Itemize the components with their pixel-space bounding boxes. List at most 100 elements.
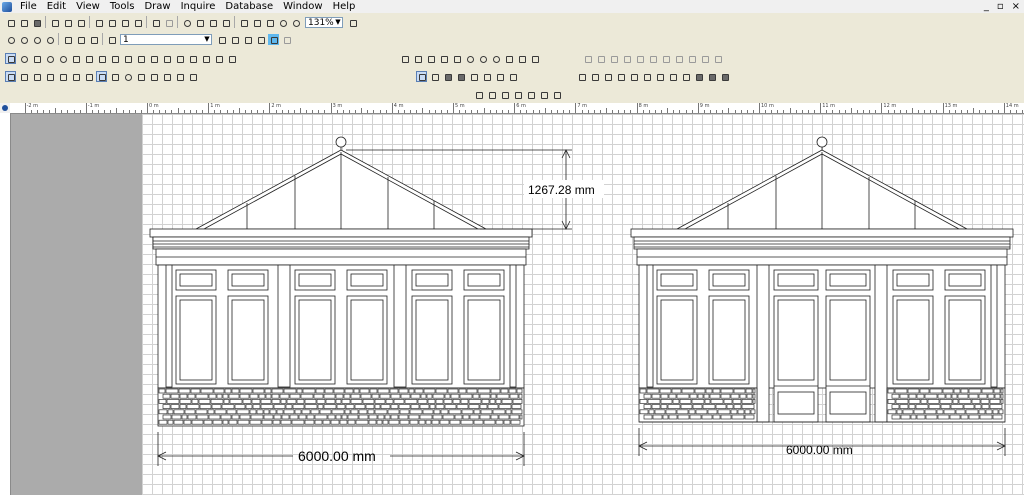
fillet-icon[interactable]: [75, 34, 86, 45]
stamp-icon[interactable]: [174, 53, 185, 64]
close-button[interactable]: ×: [1012, 0, 1020, 13]
navigator-icon[interactable]: [181, 17, 192, 28]
circle-draw-icon[interactable]: [57, 53, 68, 64]
snap-end-icon[interactable]: [31, 71, 42, 82]
eraser-icon[interactable]: [551, 89, 562, 100]
new-file-icon[interactable]: [5, 17, 16, 28]
zoom-in-icon[interactable]: [277, 17, 288, 28]
pen-color-icon[interactable]: [216, 34, 227, 45]
copy-icon[interactable]: [106, 17, 117, 28]
polyline-icon[interactable]: [31, 53, 42, 64]
snap-perp-icon[interactable]: [70, 71, 81, 82]
line-style-icon[interactable]: [242, 34, 253, 45]
wall-layer-icon[interactable]: [719, 71, 730, 82]
print-preview-icon[interactable]: [62, 17, 73, 28]
render-solid-icon[interactable]: [455, 71, 466, 82]
group-icon[interactable]: [621, 53, 632, 64]
mirror-icon[interactable]: [686, 53, 697, 64]
menu-database[interactable]: Database: [220, 0, 278, 13]
arrow-line-icon[interactable]: [499, 89, 510, 100]
ruler-corner[interactable]: [0, 103, 10, 113]
fill-bucket-icon[interactable]: [538, 89, 549, 100]
ortho-icon[interactable]: [174, 71, 185, 82]
snap-grid-point-icon[interactable]: [161, 71, 172, 82]
trim-icon[interactable]: [200, 53, 211, 64]
snap-angle-icon[interactable]: [148, 71, 159, 82]
stairs-icon[interactable]: [451, 53, 462, 64]
minimize-button[interactable]: _: [984, 0, 989, 13]
column-icon[interactable]: [464, 53, 475, 64]
height-dimension-label[interactable]: 1267.28 mm: [528, 183, 595, 197]
menu-tools[interactable]: Tools: [105, 0, 140, 13]
arc-icon[interactable]: [44, 53, 55, 64]
reshape-icon[interactable]: [62, 34, 73, 45]
snap-quadrant-icon[interactable]: [109, 71, 120, 82]
slab-icon[interactable]: [477, 53, 488, 64]
render-wire-icon[interactable]: [416, 70, 427, 82]
roof-icon[interactable]: [438, 53, 449, 64]
beam-icon[interactable]: [490, 53, 501, 64]
menu-view[interactable]: View: [71, 0, 105, 13]
render-camera-icon[interactable]: [507, 71, 518, 82]
triangle-icon[interactable]: [699, 53, 710, 64]
snap-mid-icon[interactable]: [44, 71, 55, 82]
hatch-icon[interactable]: [161, 53, 172, 64]
right-width-dimension-label[interactable]: 6000.00 mm: [786, 443, 853, 457]
wall-join-icon[interactable]: [576, 71, 587, 82]
render-texture-icon[interactable]: [468, 71, 479, 82]
line-tool-icon[interactable]: [473, 89, 484, 100]
spell-check-icon[interactable]: [75, 17, 86, 28]
symbol-icon[interactable]: [187, 53, 198, 64]
left-width-dimension-label[interactable]: 6000.00 mm: [298, 448, 376, 464]
app-icon[interactable]: [2, 1, 12, 12]
render-sketch-icon[interactable]: [481, 71, 492, 82]
railing-icon[interactable]: [503, 53, 514, 64]
offset-line-icon[interactable]: [512, 89, 523, 100]
menu-edit[interactable]: Edit: [42, 0, 71, 13]
text-icon[interactable]: [135, 53, 146, 64]
extend-icon[interactable]: [213, 53, 224, 64]
paste-icon[interactable]: [119, 17, 130, 28]
menu-help[interactable]: Help: [328, 0, 361, 13]
snap-intersect-icon[interactable]: [57, 71, 68, 82]
wall-cross-icon[interactable]: [615, 71, 626, 82]
print-icon[interactable]: [49, 17, 60, 28]
combine-icon[interactable]: [647, 53, 658, 64]
line-weight-icon[interactable]: [229, 34, 240, 45]
snap-tangent-icon[interactable]: [83, 71, 94, 82]
render-light-icon[interactable]: [494, 71, 505, 82]
rectangle-icon[interactable]: [83, 53, 94, 64]
layer-icon[interactable]: [106, 34, 117, 45]
render-hidden-icon[interactable]: [429, 71, 440, 82]
ungroup-icon[interactable]: [634, 53, 645, 64]
wall-tee-icon[interactable]: [602, 71, 613, 82]
curve-icon[interactable]: [70, 53, 81, 64]
snap-grid-icon[interactable]: [251, 17, 262, 28]
wall-offset-icon[interactable]: [654, 71, 665, 82]
snap-nearest-icon[interactable]: [122, 71, 133, 82]
snap-center-icon[interactable]: [96, 70, 107, 82]
restore-button[interactable]: ▫: [997, 0, 1004, 13]
eyedropper-icon[interactable]: [281, 34, 292, 45]
polar-icon[interactable]: [187, 71, 198, 82]
layer-combo[interactable]: 1 ▼: [120, 33, 212, 45]
polygon-icon[interactable]: [96, 53, 107, 64]
wall-close-icon[interactable]: [680, 71, 691, 82]
align-right-icon[interactable]: [608, 53, 619, 64]
circle-3pt-icon[interactable]: [31, 34, 42, 45]
door-icon[interactable]: [412, 53, 423, 64]
menu-draw[interactable]: Draw: [139, 0, 175, 13]
fill-color-icon[interactable]: [268, 33, 279, 45]
distribute-icon[interactable]: [660, 53, 671, 64]
zoom-tool-icon[interactable]: [18, 53, 29, 64]
open-folder-icon[interactable]: [18, 17, 29, 28]
ellipse-icon[interactable]: [44, 34, 55, 45]
snap-parallel-icon[interactable]: [135, 71, 146, 82]
circle-2pt-icon[interactable]: [18, 34, 29, 45]
wall-split-icon[interactable]: [628, 71, 639, 82]
wall-icon[interactable]: [399, 53, 410, 64]
pause-icon[interactable]: [712, 53, 723, 64]
zoom-combo[interactable]: 131% ▼: [305, 16, 343, 28]
redo-icon[interactable]: [163, 17, 174, 28]
line-end-icon[interactable]: [255, 34, 266, 45]
